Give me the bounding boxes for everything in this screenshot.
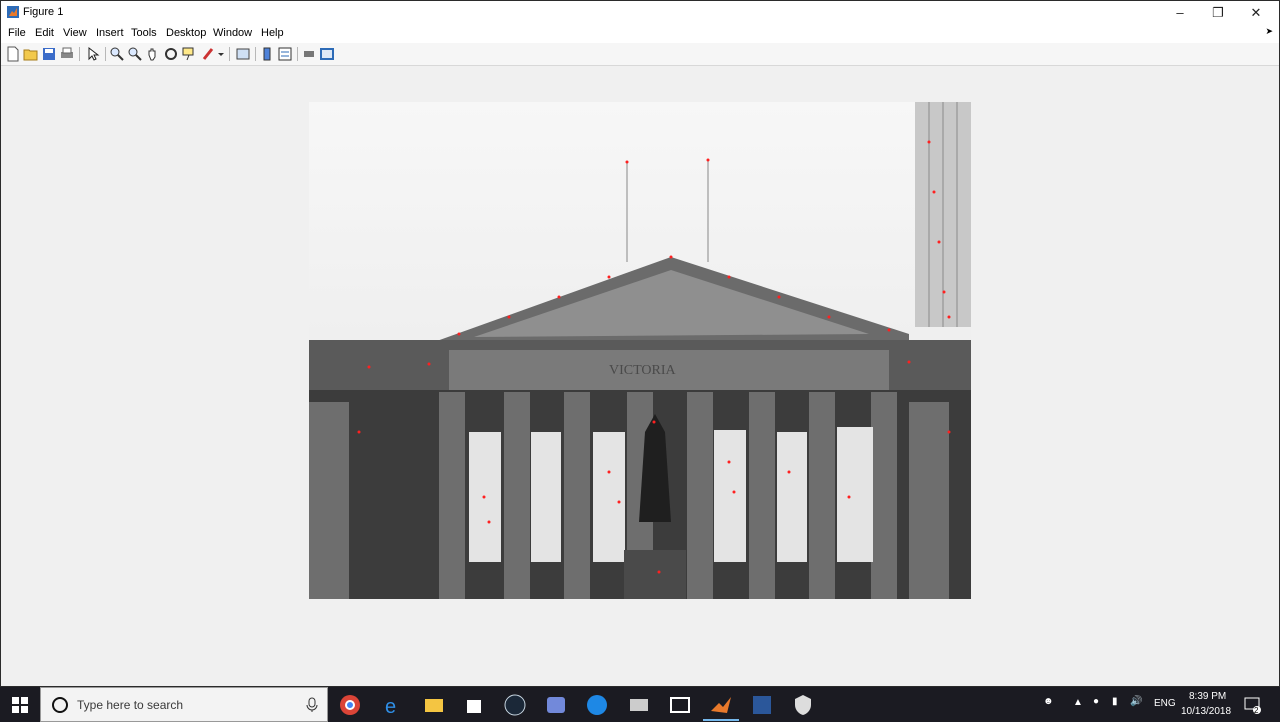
notification-count: 2 — [1254, 706, 1259, 715]
insert-legend-icon[interactable] — [277, 46, 293, 62]
store-icon[interactable] — [462, 693, 486, 717]
language-indicator[interactable]: ENG — [1154, 698, 1176, 709]
shield-app-icon[interactable] — [791, 693, 815, 717]
file-explorer-icon[interactable] — [422, 693, 446, 717]
volume-icon[interactable]: 🔊 — [1130, 696, 1142, 707]
app-g-icon[interactable] — [585, 693, 609, 717]
steam-icon[interactable] — [503, 693, 527, 717]
word-icon[interactable] — [750, 693, 774, 717]
save-icon[interactable] — [41, 46, 57, 62]
figure-window: Figure 1 – ❐ ✕ File Edit View Insert Too… — [0, 0, 1280, 687]
menu-bar: File Edit View Insert Tools Desktop Wind… — [1, 25, 1279, 43]
insert-colorbar-icon[interactable] — [259, 46, 275, 62]
menu-desktop[interactable]: Desktop — [166, 27, 206, 39]
menu-help[interactable]: Help — [261, 27, 284, 39]
tray-expand-icon[interactable]: ▲ — [1073, 697, 1083, 708]
network-icon[interactable]: ● — [1093, 696, 1099, 707]
edge-icon[interactable]: e — [381, 693, 405, 717]
edit-plot-icon[interactable] — [85, 46, 101, 62]
new-figure-icon[interactable] — [5, 46, 21, 62]
figure-toolbar — [1, 43, 1279, 66]
search-placeholder: Type here to search — [77, 698, 184, 712]
brush-dropdown-icon[interactable] — [217, 46, 225, 62]
show-plot-tools-icon[interactable] — [319, 46, 335, 62]
terminal-icon[interactable] — [627, 693, 651, 717]
building-inscription: VICTORIA — [609, 363, 677, 378]
menu-file[interactable]: File — [8, 27, 26, 39]
cortana-icon — [52, 697, 68, 713]
pan-icon[interactable] — [145, 46, 161, 62]
people-icon[interactable]: ☻ — [1043, 696, 1054, 707]
windows-start-icon[interactable] — [12, 697, 28, 713]
clock-date[interactable]: 10/13/2018 — [1181, 706, 1231, 717]
close-button[interactable]: ✕ — [1237, 1, 1275, 25]
clock-time[interactable]: 8:39 PM — [1189, 691, 1226, 702]
taskbar: Type here to search e ☻ ▲ ● ▮ 🔊 ENG 8:39… — [0, 687, 1280, 722]
matlab-figure-icon — [7, 6, 19, 18]
feature-points-image[interactable]: VICTORIA — [309, 102, 971, 599]
menu-insert[interactable]: Insert — [96, 27, 124, 39]
restore-button[interactable]: ❐ — [1199, 1, 1237, 25]
minimize-button[interactable]: – — [1161, 1, 1199, 25]
menubar-arrow-icon[interactable]: ➤ — [1265, 26, 1273, 37]
hide-plot-tools-icon[interactable] — [301, 46, 317, 62]
battery-icon[interactable]: ▮ — [1112, 696, 1118, 707]
photos-icon[interactable] — [668, 693, 692, 717]
brush-icon[interactable] — [201, 46, 217, 62]
menu-edit[interactable]: Edit — [35, 27, 54, 39]
window-title: Figure 1 — [23, 6, 64, 18]
title-bar[interactable]: Figure 1 – ❐ ✕ — [1, 1, 1279, 25]
zoom-in-icon[interactable] — [109, 46, 125, 62]
menu-view[interactable]: View — [63, 27, 87, 39]
taskbar-search[interactable]: Type here to search — [40, 687, 328, 722]
svg-text:e: e — [385, 696, 396, 717]
menu-tools[interactable]: Tools — [131, 27, 157, 39]
zoom-out-icon[interactable] — [127, 46, 143, 62]
print-icon[interactable] — [59, 46, 75, 62]
notification-icon[interactable] — [1244, 696, 1262, 714]
menu-window[interactable]: Window — [213, 27, 252, 39]
microphone-icon[interactable] — [305, 697, 319, 713]
link-plot-icon[interactable] — [235, 46, 251, 62]
open-file-icon[interactable] — [23, 46, 39, 62]
chrome-icon[interactable] — [338, 693, 362, 717]
matlab-active-indicator — [703, 719, 739, 721]
data-cursor-icon[interactable] — [181, 46, 197, 62]
matlab-icon[interactable] — [709, 693, 733, 717]
discord-icon[interactable] — [544, 693, 568, 717]
rotate-3d-icon[interactable] — [163, 46, 179, 62]
